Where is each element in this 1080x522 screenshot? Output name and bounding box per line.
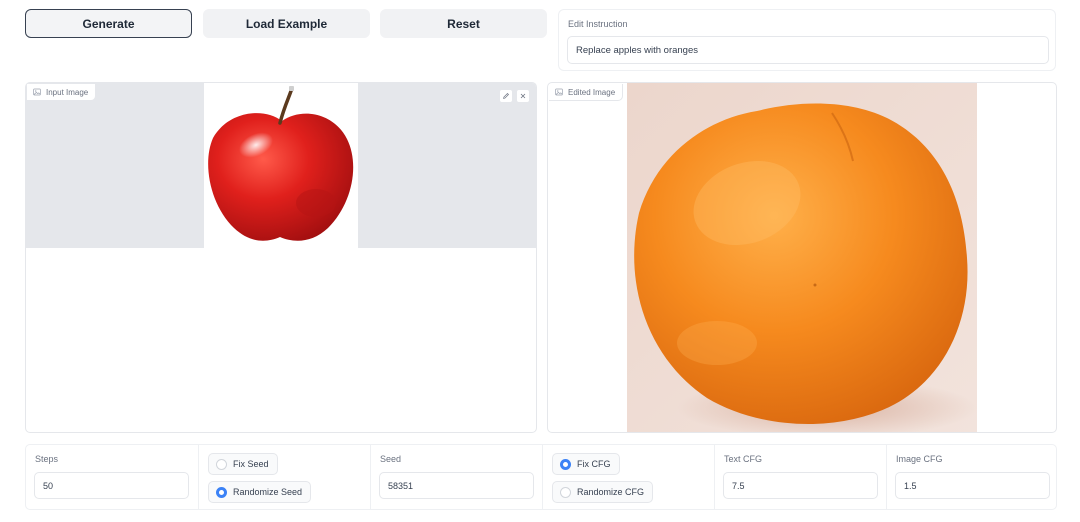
clear-image-button[interactable]	[516, 89, 530, 103]
image-tools	[499, 89, 530, 103]
edit-instruction-box: Edit Instruction	[558, 9, 1056, 71]
image-cfg-cell: Image CFG	[886, 445, 1056, 509]
fix-seed-radio[interactable]: Fix Seed	[208, 453, 278, 475]
steps-input[interactable]	[34, 472, 189, 499]
fix-seed-radio-dot	[216, 458, 227, 470]
input-image-label: Input Image	[46, 87, 89, 97]
seed-cell: Seed	[370, 445, 542, 509]
edited-image-tag: Edited Image	[549, 84, 624, 101]
randomize-seed-label: Randomize Seed	[233, 487, 303, 497]
randomize-cfg-radio[interactable]: Randomize CFG	[552, 481, 654, 503]
input-image	[204, 83, 358, 248]
edited-image-panel: Edited Image	[547, 82, 1057, 433]
fix-cfg-label: Fix CFG	[577, 459, 611, 469]
load-example-button[interactable]: Load Example	[203, 9, 370, 38]
steps-label: Steps	[35, 454, 59, 464]
input-image-stage	[26, 83, 536, 248]
randomize-cfg-radio-dot	[560, 486, 571, 498]
controls-row: Steps Fix Seed Randomize Seed Seed Fix C…	[25, 444, 1057, 510]
image-cfg-input[interactable]	[895, 472, 1050, 499]
text-cfg-input[interactable]	[723, 472, 878, 499]
close-icon	[520, 93, 526, 99]
generate-button[interactable]: Generate	[25, 9, 192, 38]
randomize-seed-radio-dot	[216, 486, 227, 498]
cfg-mode-cell: Fix CFG Randomize CFG	[542, 445, 714, 509]
edited-image	[627, 83, 977, 432]
image-icon	[555, 88, 563, 96]
edit-instruction-input[interactable]	[567, 36, 1049, 64]
seed-input[interactable]	[379, 472, 534, 499]
edited-image-label: Edited Image	[568, 87, 616, 97]
edit-instruction-label: Edit Instruction	[568, 19, 628, 29]
edit-icon	[503, 93, 509, 99]
seed-mode-cell: Fix Seed Randomize Seed	[198, 445, 370, 509]
text-cfg-label: Text CFG	[724, 454, 763, 464]
input-image-panel[interactable]: Input Image	[25, 82, 537, 433]
fix-seed-label: Fix Seed	[233, 459, 269, 469]
randomize-cfg-label: Randomize CFG	[577, 487, 645, 497]
fix-cfg-radio-dot	[560, 458, 571, 470]
edit-image-button[interactable]	[499, 89, 513, 103]
image-icon	[33, 88, 41, 96]
fix-cfg-radio[interactable]: Fix CFG	[552, 453, 620, 475]
image-cfg-label: Image CFG	[896, 454, 943, 464]
input-image-tag: Input Image	[27, 84, 97, 101]
text-cfg-cell: Text CFG	[714, 445, 886, 509]
randomize-seed-radio[interactable]: Randomize Seed	[208, 481, 312, 503]
seed-label: Seed	[380, 454, 402, 464]
reset-button[interactable]: Reset	[380, 9, 547, 38]
steps-cell: Steps	[26, 445, 198, 509]
